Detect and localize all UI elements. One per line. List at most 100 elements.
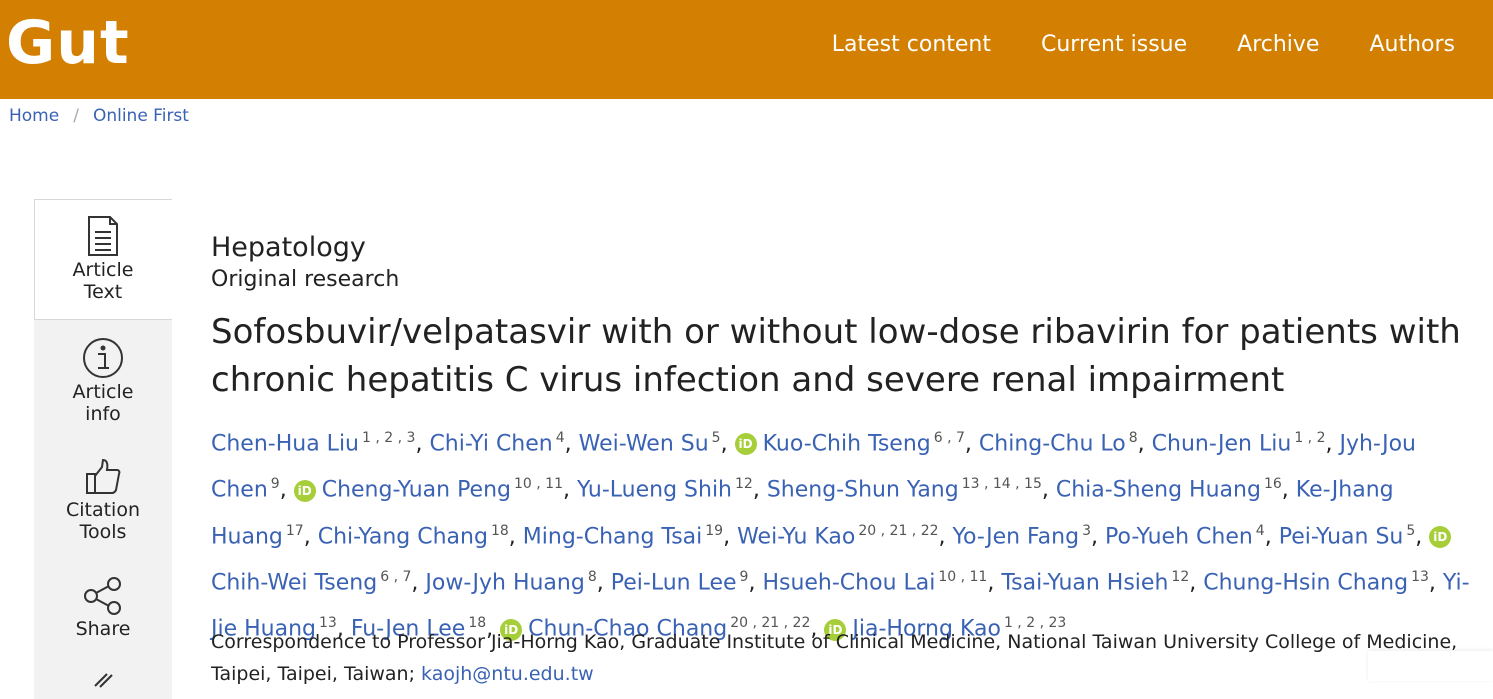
author-link[interactable]: Chia-Sheng Huang <box>1056 478 1261 503</box>
affiliation-superscript[interactable]: 13 <box>1411 569 1429 585</box>
affiliation-superscript[interactable]: 13 , 14 , 15 <box>962 476 1042 492</box>
journal-logo[interactable]: Gut <box>6 8 130 78</box>
author-link[interactable]: Pei-Yuan Su <box>1279 524 1404 549</box>
author-separator: , <box>964 431 979 457</box>
author-separator: , <box>723 523 738 549</box>
author-link[interactable]: Chi-Yang Chang <box>318 524 488 549</box>
author-separator: , <box>415 431 430 457</box>
floating-panel <box>1368 651 1493 681</box>
author-separator: , <box>1091 523 1105 549</box>
affiliation-superscript[interactable]: 8 <box>588 569 597 585</box>
correspondence-email[interactable]: kaojh@ntu.edu.tw <box>421 663 594 685</box>
author-link[interactable]: Sheng-Shun Yang <box>767 478 959 503</box>
affiliation-superscript[interactable]: 5 <box>1406 523 1415 539</box>
author-separator: , <box>1325 431 1340 457</box>
sidebar-item-citation-tools[interactable]: Citation Tools <box>34 457 172 543</box>
orcid-icon[interactable]: iD <box>1429 525 1452 548</box>
affiliation-superscript[interactable]: 9 <box>271 476 280 492</box>
author-link[interactable]: Wei-Wen Su <box>579 431 709 456</box>
author-link[interactable]: Tsai-Yuan Hsieh <box>1001 570 1168 595</box>
author-link[interactable]: Chun-Jen Liu <box>1152 431 1292 456</box>
author-link[interactable]: Po-Yueh Chen <box>1105 524 1253 549</box>
author-link[interactable]: Cheng-Yuan Peng <box>322 478 511 503</box>
author-separator: , <box>411 570 426 596</box>
author-separator: , <box>279 477 294 503</box>
author-separator: , <box>303 523 318 549</box>
author-link[interactable]: Chung-Hsin Chang <box>1203 570 1408 595</box>
author-separator: , <box>720 431 735 457</box>
orcid-icon[interactable]: iD <box>293 479 316 502</box>
author-separator: , <box>1428 570 1443 596</box>
affiliation-superscript[interactable]: 8 <box>1129 430 1138 446</box>
affiliation-superscript[interactable]: 4 <box>556 430 565 446</box>
affiliation-superscript[interactable]: 12 <box>1171 569 1189 585</box>
affiliation-superscript[interactable]: 1 , 2 <box>1294 430 1325 446</box>
sidebar-item-label: Citation Tools <box>65 499 141 543</box>
correspondence: Correspondence to Professor Jia-Horng Ka… <box>211 626 1473 690</box>
nav-archive[interactable]: Archive <box>1237 30 1319 60</box>
sidebar-item-label: Article info <box>72 381 134 425</box>
sidebar-item-more[interactable] <box>34 668 172 690</box>
breadcrumb: Home / Online First <box>9 104 189 128</box>
site-header: Gut Latest content Current issue Archive… <box>0 0 1493 99</box>
affiliation-superscript[interactable]: 4 <box>1256 523 1265 539</box>
affiliation-superscript[interactable]: 18 <box>491 523 509 539</box>
sidebar-item-article-text[interactable]: Article Text <box>34 215 172 303</box>
author-link[interactable]: Ching-Chu Lo <box>979 431 1126 456</box>
breadcrumb-separator: / <box>73 106 79 126</box>
author-link[interactable]: Chen-Hua Liu <box>211 431 359 456</box>
affiliation-superscript[interactable]: 5 <box>712 430 721 446</box>
author-link[interactable]: Chih-Wei Tseng <box>211 570 377 595</box>
correspondence-text: Correspondence to Professor Jia-Horng Ka… <box>211 631 1458 685</box>
author-separator: , <box>987 570 1002 596</box>
author-separator: , <box>748 570 763 596</box>
thumbs-up-icon <box>86 458 121 494</box>
author-link[interactable]: Jow-Jyh Huang <box>425 570 584 595</box>
affiliation-superscript[interactable]: 3 <box>1082 523 1091 539</box>
author-separator: , <box>562 477 577 503</box>
nav-authors[interactable]: Authors <box>1369 30 1455 60</box>
affiliation-superscript[interactable]: 10 , 11 <box>938 569 987 585</box>
author-separator: , <box>564 431 579 457</box>
author-link[interactable]: Hsueh-Chou Lai <box>762 570 935 595</box>
affiliation-superscript[interactable]: 16 <box>1264 476 1282 492</box>
author-separator: , <box>1281 477 1296 503</box>
article-type: Original research <box>211 267 400 292</box>
affiliation-superscript[interactable]: 20 , 21 , 22 <box>858 523 938 539</box>
author-separator: , <box>752 477 767 503</box>
author-link[interactable]: Yu-Lueng Shih <box>577 478 732 503</box>
author-link[interactable]: Yo-Jen Fang <box>953 524 1080 549</box>
author-separator: , <box>1415 523 1430 549</box>
sidebar-item-share[interactable]: Share <box>34 576 172 640</box>
author-link[interactable]: Pei-Lun Lee <box>611 570 737 595</box>
sidebar-item-label: Share <box>75 618 131 640</box>
nav-latest-content[interactable]: Latest content <box>832 30 991 60</box>
info-icon <box>83 338 123 378</box>
affiliation-superscript[interactable]: 6 , 7 <box>380 569 411 585</box>
breadcrumb-online-first[interactable]: Online First <box>93 104 189 128</box>
author-link[interactable]: Ming-Chang Tsai <box>523 524 702 549</box>
breadcrumb-home[interactable]: Home <box>9 104 59 128</box>
affiliation-superscript[interactable]: 17 <box>286 523 304 539</box>
article-section: Hepatology <box>211 232 366 263</box>
author-separator: , <box>1264 523 1279 549</box>
affiliation-superscript[interactable]: 6 , 7 <box>934 430 965 446</box>
top-navigation: Latest content Current issue Archive Aut… <box>782 30 1455 60</box>
author-link[interactable]: Wei-Yu Kao <box>737 524 855 549</box>
orcid-icon[interactable]: iD <box>734 433 757 456</box>
affiliation-superscript[interactable]: 1 , 2 , 3 <box>362 430 415 446</box>
author-link[interactable]: Chi-Yi Chen <box>429 431 552 456</box>
author-link[interactable]: Kuo-Chih Tseng <box>763 431 931 456</box>
sidebar-item-article-info[interactable]: Article info <box>34 337 172 425</box>
affiliation-superscript[interactable]: 10 , 11 <box>514 476 563 492</box>
affiliation-superscript[interactable]: 19 <box>705 523 723 539</box>
author-separator: , <box>938 523 953 549</box>
document-icon <box>88 216 118 256</box>
nav-current-issue[interactable]: Current issue <box>1041 30 1187 60</box>
affiliation-superscript[interactable]: 12 <box>735 476 753 492</box>
article-title: Sofosbuvir/velpatasvir with or without l… <box>211 312 1461 400</box>
author-separator: , <box>1041 477 1056 503</box>
author-separator: , <box>508 523 523 549</box>
author-separator: , <box>1137 431 1152 457</box>
pencil-icon <box>94 673 113 688</box>
